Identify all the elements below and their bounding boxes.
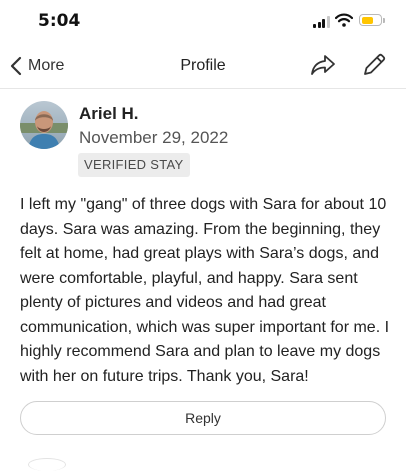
- edit-button[interactable]: [361, 52, 387, 83]
- next-item-avatar: [28, 458, 66, 471]
- status-time: 5:04: [38, 11, 81, 31]
- reviewer-name: Ariel H.: [79, 104, 139, 123]
- cellular-signal-icon: [313, 16, 331, 28]
- wifi-icon: [335, 13, 353, 27]
- nav-bar: More Profile: [0, 44, 406, 89]
- page-title: Profile: [180, 57, 226, 74]
- share-button[interactable]: [310, 53, 336, 82]
- review-text: I left my "gang" of three dogs with Sara…: [20, 196, 390, 385]
- battery-level: [361, 16, 373, 24]
- avatar[interactable]: [20, 101, 68, 149]
- review-date: November 29, 2022: [79, 128, 229, 147]
- battery-icon: [359, 14, 382, 26]
- reply-button[interactable]: Reply: [20, 401, 386, 435]
- share-icon: [311, 55, 335, 75]
- status-bar: 5:04: [0, 0, 406, 44]
- avatar-photo: [20, 101, 68, 149]
- pencil-icon: [364, 53, 386, 75]
- battery-tip: [383, 18, 385, 23]
- verified-stay-badge: VERIFIED STAY: [78, 153, 190, 177]
